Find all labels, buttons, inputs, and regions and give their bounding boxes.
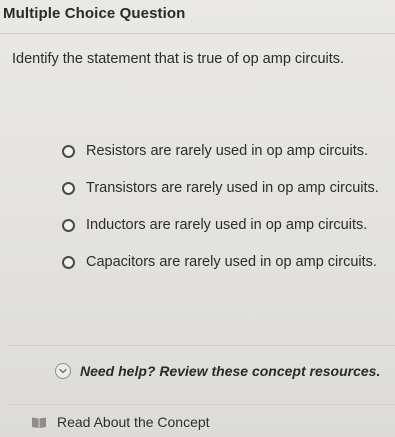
radio-button[interactable] bbox=[62, 145, 75, 158]
question-prompt: Identify the statement that is true of o… bbox=[12, 51, 345, 67]
radio-button[interactable] bbox=[62, 182, 75, 195]
question-type-title: Multiple Choice Question bbox=[3, 5, 186, 22]
resources-divider bbox=[8, 404, 395, 405]
answer-option-label: Capacitors are rarely used in op amp cir… bbox=[86, 254, 377, 270]
book-icon bbox=[31, 416, 47, 429]
answer-option-capacitors[interactable]: Capacitors are rarely used in op amp cir… bbox=[62, 254, 379, 291]
concept-resources-toggle[interactable]: Need help? Review these concept resource… bbox=[55, 363, 380, 379]
radio-button[interactable] bbox=[62, 256, 75, 269]
answer-option-label: Transistors are rarely used in op amp ci… bbox=[86, 180, 379, 196]
answer-option-label: Resistors are rarely used in op amp circ… bbox=[86, 143, 369, 159]
read-about-concept-label: Read About the Concept bbox=[57, 414, 210, 430]
radio-button[interactable] bbox=[62, 219, 75, 232]
answer-option-resistors[interactable]: Resistors are rarely used in op amp circ… bbox=[62, 143, 379, 180]
answer-options: Resistors are rarely used in op amp circ… bbox=[62, 143, 379, 291]
header-divider bbox=[0, 33, 395, 34]
answer-option-inductors[interactable]: Inductors are rarely used in op amp circ… bbox=[62, 217, 379, 254]
answer-option-transistors[interactable]: Transistors are rarely used in op amp ci… bbox=[62, 180, 379, 217]
question-page: Multiple Choice Question Identify the st… bbox=[0, 0, 395, 437]
chevron-down-circle-icon bbox=[55, 363, 71, 379]
answer-option-label: Inductors are rarely used in op amp circ… bbox=[86, 217, 368, 233]
help-divider bbox=[8, 345, 395, 346]
help-prompt: Need help? Review these concept resource… bbox=[80, 363, 381, 379]
read-about-concept-link[interactable]: Read About the Concept bbox=[31, 414, 210, 430]
